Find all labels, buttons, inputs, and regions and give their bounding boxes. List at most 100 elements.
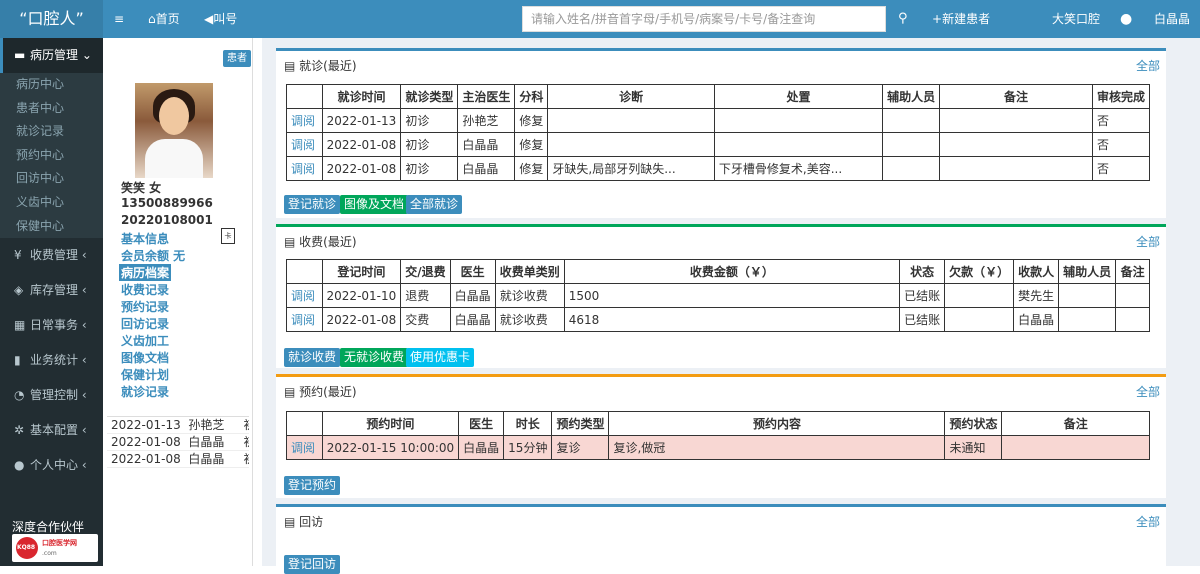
appointment-more-link[interactable]: 全部: [1136, 383, 1160, 400]
partner-logo-text: 口腔医学网: [42, 539, 77, 547]
visit-fee-button[interactable]: 就诊收费: [284, 348, 341, 367]
register-followup-button[interactable]: 登记回访: [284, 555, 341, 574]
register-visit-button[interactable]: 登记就诊: [284, 195, 341, 214]
nav-settings[interactable]: ✲ 基本配置 ‹: [0, 413, 103, 448]
use-coupon-button[interactable]: 使用优惠卡: [406, 348, 475, 367]
sub-appointment-center[interactable]: 预约中心: [0, 144, 103, 168]
nav-label: 日常事务: [30, 318, 79, 333]
link-fee-records[interactable]: 收费记录: [121, 281, 169, 298]
sub-visit-records[interactable]: 就诊记录: [0, 120, 103, 144]
cell: [713, 132, 884, 157]
view-link[interactable]: 调阅: [291, 114, 315, 128]
sub-patient-center[interactable]: 患者中心: [0, 97, 103, 121]
cell: 复诊,做冠: [608, 435, 946, 460]
list-item[interactable]: 2022-01-13 孙艳芝 初: [107, 417, 249, 434]
home-label: 首页: [155, 12, 180, 26]
register-appointment-button[interactable]: 登记预约: [284, 476, 341, 495]
view-link[interactable]: 调阅: [291, 313, 315, 327]
view-cell: 调阅: [286, 108, 323, 133]
fee-more-link[interactable]: 全部: [1136, 233, 1160, 250]
cell: [882, 132, 941, 157]
link-basic-info[interactable]: 基本信息: [121, 230, 169, 247]
link-medical-file[interactable]: 病历档案: [119, 264, 172, 281]
view-link[interactable]: 调阅: [291, 289, 315, 303]
nav-medical-records[interactable]: ▬ 病历管理 ⌄: [0, 38, 103, 73]
menu-toggle-button[interactable]: ≡: [114, 0, 124, 38]
new-patient-label: 新建患者: [942, 12, 991, 26]
clinic-name[interactable]: 大笑口腔: [1052, 0, 1100, 38]
nav-daily-affairs[interactable]: ▦ 日常事务 ‹: [0, 308, 103, 343]
link-health-plan[interactable]: 保健计划: [121, 366, 169, 383]
table-row: 调阅 2022-01-08 交费 白晶晶 就诊收费 4618 已结账 白晶晶: [286, 307, 1150, 332]
link-visit-records[interactable]: 就诊记录: [121, 383, 169, 400]
link-image-docs[interactable]: 图像文档: [121, 349, 169, 366]
sub-medical-center[interactable]: 病历中心: [0, 73, 103, 97]
cell: 2022-01-08: [321, 156, 402, 181]
nav-management[interactable]: ◔ 管理控制 ‹: [0, 378, 103, 413]
nav-label: 库存管理: [30, 283, 79, 298]
col-header: 交/退费: [400, 259, 451, 284]
non-visit-fee-button[interactable]: 无就诊收费: [340, 348, 409, 367]
home-link[interactable]: ⌂首页: [148, 0, 180, 38]
list-item[interactable]: 2022-01-08 白晶晶 初: [107, 451, 249, 468]
patient-panel: 患者 笑笑 女 13500889966 20220108001 卡 基本信息 会…: [103, 38, 253, 566]
view-link[interactable]: 调阅: [291, 441, 315, 455]
nav-label: 管理控制: [30, 388, 79, 403]
nav-statistics[interactable]: ▮ 业务统计 ‹: [0, 343, 103, 378]
col-header: 医生: [449, 259, 496, 284]
user-icon: ●: [14, 458, 25, 473]
followup-more-link[interactable]: 全部: [1136, 513, 1160, 530]
cell: [547, 108, 715, 133]
cell: 下牙槽骨修复术,美容...: [713, 156, 884, 181]
cell: 白晶晶: [458, 435, 505, 460]
current-user[interactable]: 白晶晶: [1154, 0, 1190, 38]
table-row: 调阅 2022-01-10 退费 白晶晶 就诊收费 1500 已结账 樊先生: [286, 283, 1150, 308]
cell: 15分钟: [503, 435, 553, 460]
visit-date: 2022-01-13: [111, 418, 181, 432]
card-icon[interactable]: 卡: [221, 228, 235, 244]
sub-followup-center[interactable]: 回访中心: [0, 167, 103, 191]
table-row: 调阅 2022-01-08 初诊 白晶晶 修复 牙缺失,局部牙列缺失... 下牙…: [286, 156, 1151, 181]
view-cell: 调阅: [286, 435, 323, 460]
link-appointment-records[interactable]: 预约记录: [121, 298, 169, 315]
patient-search-input[interactable]: 请输入姓名/拼音首字母/手机号/病案号/卡号/备注查询: [522, 6, 886, 32]
sub-denture-center[interactable]: 义齿中心: [0, 191, 103, 215]
appointment-table: 预约时间 医生 时长 预约类型 预约内容 预约状态 备注 调阅 2022-01-…: [286, 411, 1150, 460]
fee-section-title: ▤ 收费(最近): [284, 233, 357, 250]
home-icon: ⌂: [148, 12, 156, 26]
cell: [1115, 283, 1150, 308]
cell: 退费: [400, 283, 451, 308]
partner-logo[interactable]: KQ88 口腔医学网 .com: [12, 534, 98, 562]
partner-logo-mark: KQ88: [16, 537, 38, 559]
link-member-balance[interactable]: 会员余额 无: [121, 247, 185, 264]
col-header: 预约时间: [321, 411, 460, 436]
sub-health-center[interactable]: 保健中心: [0, 215, 103, 239]
view-link[interactable]: 调阅: [291, 138, 315, 152]
nav-inventory[interactable]: ◈ 库存管理 ‹: [0, 273, 103, 308]
user-icon[interactable]: ●: [1120, 0, 1132, 38]
visit-more-link[interactable]: 全部: [1136, 57, 1160, 74]
new-patient-button[interactable]: +新建患者: [932, 0, 990, 38]
patient-record-no: 20220108001: [121, 213, 213, 227]
list-item[interactable]: 2022-01-08 白晶晶 初: [107, 434, 249, 451]
followup-title-text: 回访: [299, 515, 324, 529]
nav-personal[interactable]: ● 个人中心 ‹: [0, 448, 103, 483]
visit-doctor: 白晶晶: [188, 452, 225, 466]
search-icon[interactable]: ⚲: [898, 0, 908, 38]
call-number-link[interactable]: ◀叫号: [204, 0, 237, 38]
nav-label: 业务统计: [30, 353, 79, 368]
patient-badge-button[interactable]: 患者: [223, 50, 251, 67]
link-followup-records[interactable]: 回访记录: [121, 315, 169, 332]
link-denture-processing[interactable]: 义齿加工: [121, 332, 169, 349]
images-docs-button[interactable]: 图像及文档: [340, 195, 409, 214]
visit-table: 就诊时间 就诊类型 主治医生 分科 诊断 处置 辅助人员 备注 审核完成 调阅 …: [286, 84, 1151, 181]
col-header: 诊断: [547, 84, 715, 109]
app-logo[interactable]: “口腔人”: [0, 0, 103, 38]
col-header: 预约内容: [608, 411, 946, 436]
table-header-row: 就诊时间 就诊类型 主治医生 分科 诊断 处置 辅助人员 备注 审核完成: [286, 84, 1151, 109]
view-link[interactable]: 调阅: [291, 162, 315, 176]
col-header: 审核完成: [1091, 84, 1151, 109]
all-visits-button[interactable]: 全部就诊: [406, 195, 463, 214]
nav-billing[interactable]: ¥ 收费管理 ‹: [0, 238, 103, 273]
col-header: 就诊时间: [321, 84, 402, 109]
